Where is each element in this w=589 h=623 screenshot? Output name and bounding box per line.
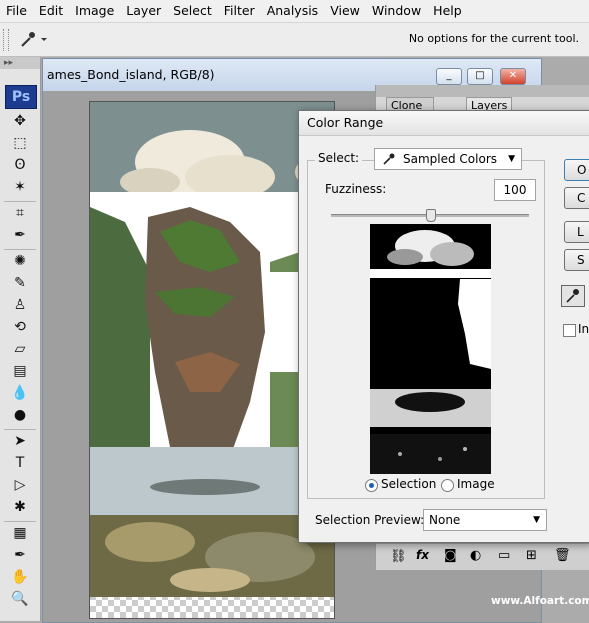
link-layers-icon[interactable]: ⛓ — [390, 549, 407, 564]
load-button[interactable]: L — [564, 221, 589, 243]
ok-button[interactable]: O — [564, 159, 589, 181]
document-title: ames_Bond_island, RGB/8) — [47, 67, 215, 82]
menu-analysis[interactable]: Analysis — [261, 0, 325, 22]
lasso-icon[interactable]: ʘ — [8, 155, 32, 175]
grip-handle[interactable] — [3, 29, 9, 51]
fuzziness-input[interactable]: 100 — [494, 179, 536, 201]
radio-image-label: Image — [457, 477, 495, 491]
eyedropper-icon[interactable]: ✒ — [8, 545, 32, 565]
menu-select[interactable]: Select — [167, 0, 218, 22]
ps-logo[interactable]: Ps — [5, 85, 37, 109]
cancel-button[interactable]: C — [564, 187, 589, 209]
custom-shape-icon[interactable]: ✱ — [8, 497, 32, 517]
brush-icon[interactable]: ✎ — [8, 273, 32, 293]
slider-thumb[interactable] — [426, 209, 436, 222]
dialog-title: Color Range — [299, 111, 589, 136]
chevron-down-icon: ▼ — [533, 515, 540, 525]
eyedropper-icon — [21, 32, 47, 47]
blur-icon[interactable]: 💧 — [8, 383, 32, 403]
marquee-icon[interactable]: ⬚ — [8, 133, 32, 153]
invert-checkbox[interactable] — [563, 324, 576, 337]
eyedropper-tool-button[interactable] — [561, 285, 585, 307]
watermark: www.Alfoart.com — [491, 595, 589, 607]
move-icon[interactable]: ✥ — [8, 111, 32, 131]
maximize-button[interactable]: □ — [467, 68, 493, 85]
menu-filter[interactable]: Filter — [218, 0, 261, 22]
adjustment-layer-icon[interactable]: ◐ — [470, 548, 481, 563]
healing-brush-icon[interactable]: ✺ — [8, 251, 32, 271]
fuzziness-slider[interactable] — [331, 209, 529, 222]
gradient-icon[interactable]: ▤ — [8, 361, 32, 381]
fuzziness-label: Fuzziness: — [325, 182, 387, 196]
eraser-icon[interactable]: ▱ — [8, 339, 32, 359]
select-dropdown[interactable]: Sampled Colors ▼ — [374, 148, 522, 170]
path-selection-icon[interactable]: ➤ — [8, 431, 32, 451]
fx-icon[interactable]: fx — [416, 548, 429, 562]
options-bar: No options for the current tool. — [0, 23, 589, 57]
radio-image[interactable] — [441, 479, 454, 492]
menu-layer[interactable]: Layer — [120, 0, 167, 22]
selection-preview-dropdown[interactable]: None ▼ — [423, 509, 547, 531]
radio-selection-label: Selection — [381, 477, 437, 491]
minimize-button[interactable]: _ — [436, 68, 462, 85]
save-button[interactable]: S — [564, 249, 589, 271]
menu-window[interactable]: Window — [366, 0, 427, 22]
preview-value: None — [429, 513, 461, 527]
crop-icon[interactable]: ⌗ — [8, 203, 32, 223]
layer-mask-icon[interactable]: ◙ — [444, 548, 457, 563]
toolbox-header[interactable]: ▸▸ — [0, 57, 40, 69]
menu-file[interactable]: File — [0, 0, 33, 22]
new-layer-icon[interactable]: ⊞ — [526, 548, 537, 563]
tool-preset-picker[interactable] — [14, 28, 50, 50]
selection-preview-label: Selection Preview: — [315, 513, 425, 527]
magic-wand-icon[interactable]: ✶ — [8, 177, 32, 197]
invert-label: In — [578, 322, 589, 336]
menu-bar: File Edit Image Layer Select Filter Analysis Vi… — [0, 0, 589, 23]
toolbox: ▸▸ Ps ✥ ⬚ ʘ ✶ ⌗ ✒ ✺ ✎ ♙ ⟲ ▱ ▤ 💧 ● ➤ T ▷ ✱ ▦ ✒ ✋ 🔍 — [0, 57, 41, 621]
history-brush-icon[interactable]: ⟲ — [8, 317, 32, 337]
panel-footer: ⛓ fx ◙ ◐ ▭ ⊞ 🗑 — [376, 543, 589, 570]
menu-edit[interactable]: Edit — [33, 0, 69, 22]
select-label: Select: — [315, 151, 363, 165]
select-value: Sampled Colors — [403, 152, 498, 166]
eyedropper-icon — [383, 153, 395, 165]
hand-icon[interactable]: ✋ — [8, 567, 32, 587]
radio-selection[interactable] — [365, 479, 378, 492]
zoom-icon[interactable]: 🔍 — [8, 589, 32, 609]
trash-icon[interactable]: 🗑 — [554, 548, 571, 563]
options-message: No options for the current tool. — [408, 32, 579, 45]
dodge-icon[interactable]: ● — [8, 405, 32, 425]
panel-header[interactable] — [376, 85, 589, 97]
notes-icon[interactable]: ▦ — [8, 523, 32, 543]
selection-preview-image — [370, 224, 491, 474]
color-range-dialog: Color Range Select: Sampled Colors ▼ Fuz… — [298, 110, 589, 543]
eyedropper-icon — [566, 289, 579, 303]
menu-view[interactable]: View — [324, 0, 366, 22]
menu-help[interactable]: Help — [427, 0, 468, 22]
direct-selection-icon[interactable]: ▷ — [8, 475, 32, 495]
group-folder-icon[interactable]: ▭ — [498, 548, 510, 563]
eyedropper-icon[interactable]: ✒ — [8, 225, 32, 245]
mask-preview — [370, 224, 491, 474]
menu-image[interactable]: Image — [69, 0, 120, 22]
chevron-down-icon: ▼ — [508, 154, 515, 164]
type-icon[interactable]: T — [8, 453, 32, 473]
clone-stamp-icon[interactable]: ♙ — [8, 295, 32, 315]
close-button[interactable]: ✕ — [500, 68, 526, 85]
